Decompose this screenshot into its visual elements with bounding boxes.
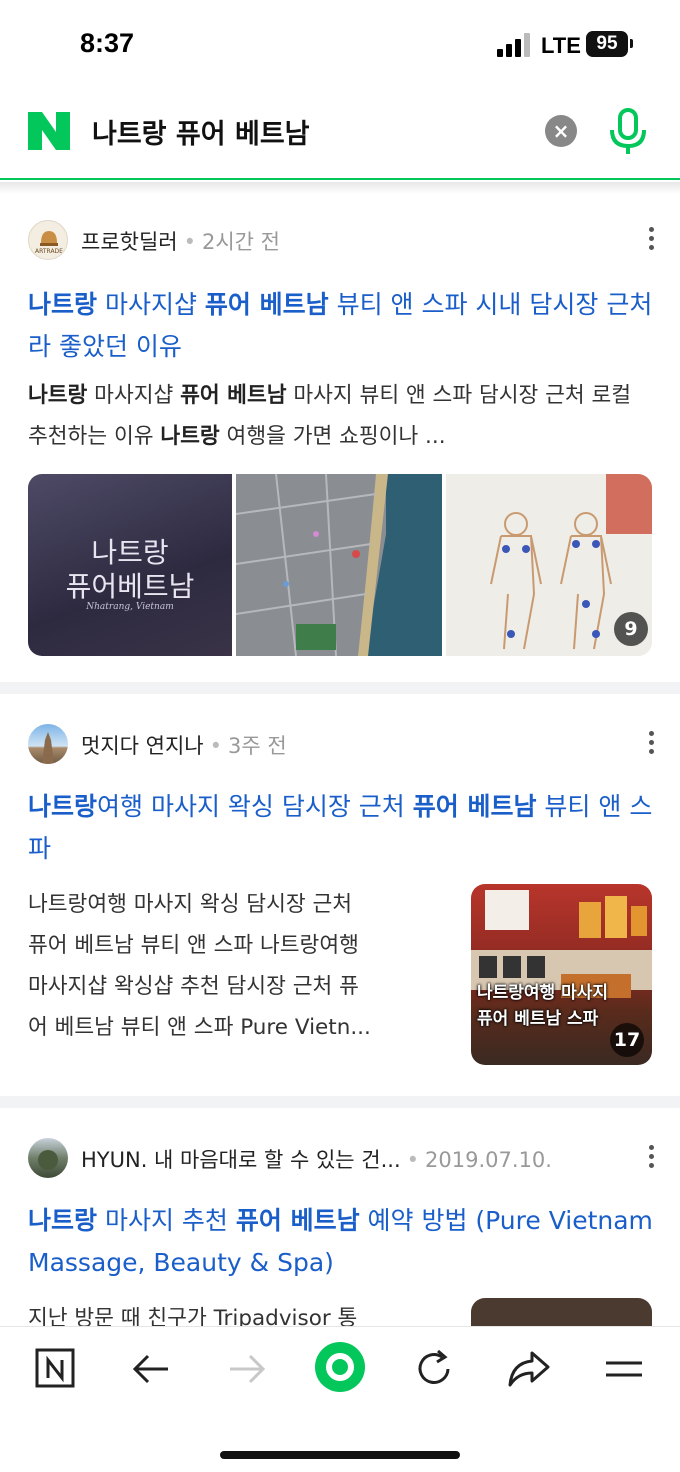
thumbnail-title: 나트랑 퓨어베트남 (28, 536, 232, 604)
author-info: 프로핫딜러 • 2시간 전 (81, 230, 280, 254)
avatar[interactable] (28, 1138, 68, 1178)
thumbnail[interactable]: 나트랑여행 마사지 퓨어 베트남 스파 17 (471, 884, 652, 1065)
author-name[interactable]: 프로핫딜러 (81, 230, 178, 254)
result-card-2: 멋지다 연지나 • 3주 전 나트랑여행 마사지 왁싱 담시장 근처 퓨어 베트남 … (0, 694, 680, 1096)
desc-text: 마사지샵 (87, 383, 181, 408)
desc-line: 퓨어 베트남 뷰티 앤 스파 나트랑여행 (28, 933, 359, 958)
author-row[interactable]: 멋지다 연지나 • 3주 전 (28, 724, 658, 764)
desc-keyword: 나트랑 (28, 383, 88, 408)
image-strip[interactable]: 나트랑 퓨어베트남 Nhatrang, Vietnam 9 (28, 474, 652, 656)
author-name[interactable]: 멋지다 연지나 (81, 734, 204, 758)
title-text: 여행 마사지 왁싱 담시장 근처 (97, 792, 413, 821)
avatar-logo-text: ARTRADE (35, 248, 63, 255)
more-options-icon[interactable] (644, 728, 658, 760)
home-indicator (220, 1451, 460, 1459)
signal-icon (497, 33, 531, 57)
green-dot-icon[interactable] (314, 1341, 366, 1393)
bottom-navigation (0, 1326, 680, 1472)
status-bar: 8:37 LTE 95 (0, 0, 680, 96)
desc-line: 나트랑여행 마사지 왁싱 담시장 근처 (28, 892, 353, 917)
search-input[interactable]: 나트랑 퓨어 베트남 (92, 112, 310, 151)
result-title[interactable]: 나트랑여행 마사지 왁싱 담시장 근처 퓨어 베트남 뷰티 앤 스파 (28, 786, 658, 870)
share-icon[interactable] (504, 1345, 552, 1393)
thumbnail-caption: Nhatrang, Vietnam (86, 602, 174, 612)
clear-search-button[interactable]: × (545, 115, 577, 147)
title-keyword: 나트랑 (28, 290, 98, 319)
thumbnail-title-line: 나트랑 (91, 536, 169, 569)
title-keyword: 나트랑 (28, 1206, 98, 1235)
title-keyword: 퓨어 베트남 (235, 1206, 360, 1235)
status-time: 8:37 (80, 28, 135, 58)
menu-icon[interactable] (600, 1345, 648, 1393)
desc-line: 어 베트남 뷰티 앤 스파 Pure Vietn... (28, 1015, 371, 1040)
back-arrow-icon[interactable] (128, 1345, 176, 1393)
thumbnail-2-map[interactable] (236, 474, 442, 656)
post-time: 2시간 전 (202, 230, 280, 254)
desc-keyword: 나트랑 (160, 424, 220, 449)
thumbnail-3[interactable]: 9 (446, 474, 652, 656)
result-card-1: ARTRADE 프로핫딜러 • 2시간 전 나트랑 마사지샵 퓨어 베트남 뷰티 앤… (0, 194, 680, 682)
title-keyword: 퓨어 베트남 (412, 792, 537, 821)
microphone-icon[interactable] (608, 108, 648, 156)
author-info: HYUN. 내 마음대로 할 수 있는 건... • 2019.07.10. (81, 1148, 552, 1172)
post-time: 2019.07.10. (425, 1148, 552, 1172)
more-options-icon[interactable] (644, 1142, 658, 1174)
thumbnail-overlay-line: 나트랑여행 마사지 (477, 983, 609, 1003)
header-shadow (0, 182, 680, 194)
desc-keyword: 퓨어 베트남 (180, 383, 287, 408)
image-count-badge: 9 (614, 612, 648, 646)
result-description: 나트랑 마사지샵 퓨어 베트남 마사지 뷰티 앤 스파 담시장 근처 로컬 추천… (28, 375, 648, 457)
desc-text: 여행을 가면 쇼핑이나 ... (219, 424, 446, 449)
battery-tip (630, 39, 633, 48)
separator (0, 682, 680, 694)
author-row[interactable]: ARTRADE 프로핫딜러 • 2시간 전 (28, 220, 658, 260)
avatar[interactable]: ARTRADE (28, 220, 68, 260)
network-label: LTE (541, 33, 581, 58)
battery-icon: 95 (586, 31, 628, 57)
title-text: 마사지 추천 (97, 1206, 236, 1235)
refresh-icon[interactable] (410, 1345, 458, 1393)
more-options-icon[interactable] (644, 224, 658, 256)
desc-line: 마사지샵 왁싱샵 추천 담시장 근처 퓨 (28, 974, 359, 999)
title-keyword: 나트랑 (28, 792, 98, 821)
title-text: 마사지샵 (97, 290, 205, 319)
separator (0, 1096, 680, 1108)
image-count-badge: 17 (610, 1023, 644, 1057)
naver-home-icon[interactable] (32, 1345, 80, 1393)
author-info: 멋지다 연지나 • 3주 전 (81, 734, 287, 758)
avatar[interactable] (28, 724, 68, 764)
naver-logo-icon[interactable] (28, 112, 70, 150)
result-title[interactable]: 나트랑 마사지 추천 퓨어 베트남 예약 방법 (Pure Vietnam Ma… (28, 1200, 658, 1284)
thumbnail[interactable] (471, 1298, 652, 1326)
result-title[interactable]: 나트랑 마사지샵 퓨어 베트남 뷰티 앤 스파 시내 담시장 근처라 좋았던 이… (28, 284, 658, 368)
result-description: 나트랑여행 마사지 왁싱 담시장 근처 퓨어 베트남 뷰티 앤 스파 나트랑여행… (28, 884, 458, 1048)
thumbnail-1[interactable]: 나트랑 퓨어베트남 Nhatrang, Vietnam (28, 474, 232, 656)
title-keyword: 퓨어 베트남 (204, 290, 329, 319)
author-name[interactable]: HYUN. 내 마음대로 할 수 있는 건... (81, 1148, 401, 1172)
forward-arrow-icon[interactable] (222, 1345, 270, 1393)
search-bar: 나트랑 퓨어 베트남 × (0, 96, 680, 180)
thumbnail-title-line: 퓨어베트남 (65, 570, 195, 603)
post-time: 3주 전 (228, 734, 287, 758)
result-card-3: HYUN. 내 마음대로 할 수 있는 건... • 2019.07.10. 나트랑… (0, 1108, 680, 1331)
author-row[interactable]: HYUN. 내 마음대로 할 수 있는 건... • 2019.07.10. (28, 1138, 658, 1178)
